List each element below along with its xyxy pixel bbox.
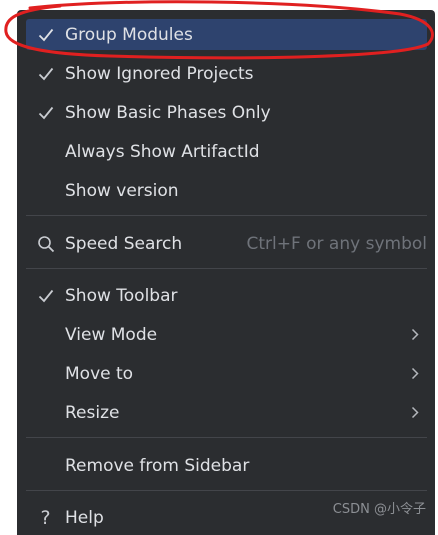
shortcut-hint: Ctrl+F or any symbol [246, 233, 427, 254]
menu-item-label: Remove from Sidebar [65, 455, 250, 476]
menu-item-speed-search[interactable]: Speed Search Ctrl+F or any symbol [26, 228, 427, 259]
menu-item-label: Move to [65, 363, 134, 384]
checkmark-icon [26, 289, 65, 303]
menu-item-label: Show Ignored Projects [65, 63, 254, 84]
menu-item-label: Show Basic Phases Only [65, 102, 271, 123]
menu-item-show-version[interactable]: Show version [26, 175, 427, 206]
menu-separator [26, 268, 427, 269]
chevron-right-icon [405, 406, 425, 419]
checkmark-icon [26, 67, 65, 81]
menu-item-remove-from-sidebar[interactable]: Remove from Sidebar [26, 450, 427, 481]
menu-item-show-toolbar[interactable]: Show Toolbar [26, 280, 427, 311]
menu-item-label: Group Modules [65, 24, 193, 45]
menu-item-label: Show version [65, 180, 179, 201]
menu-item-always-show-artifactid[interactable]: Always Show ArtifactId [26, 136, 427, 167]
watermark: CSDN @小令子 [332, 502, 426, 517]
menu-separator [26, 215, 427, 216]
menu-item-show-ignored-projects[interactable]: Show Ignored Projects [26, 58, 427, 89]
menu-item-label: Resize [65, 402, 120, 423]
menu-separator [26, 437, 427, 438]
menu-item-show-basic-phases-only[interactable]: Show Basic Phases Only [26, 97, 427, 128]
menu-item-resize[interactable]: Resize [26, 397, 427, 428]
chevron-right-icon [405, 367, 425, 380]
menu-item-label: Speed Search [65, 233, 183, 254]
checkmark-icon [26, 28, 65, 42]
question-mark-icon: ? [40, 506, 51, 529]
menu-item-label: Always Show ArtifactId [65, 141, 260, 162]
checkmark-icon [26, 106, 65, 120]
menu-item-move-to[interactable]: Move to [26, 358, 427, 389]
menu-item-label: Show Toolbar [65, 285, 178, 306]
menu-separator [26, 490, 427, 491]
menu-item-view-mode[interactable]: View Mode [26, 319, 427, 350]
menu-item-label: View Mode [65, 324, 158, 345]
search-icon [26, 235, 65, 253]
chevron-right-icon [405, 328, 425, 341]
menu-item-group-modules[interactable]: Group Modules [26, 19, 427, 50]
context-menu: Group Modules Show Ignored Projects Show… [17, 10, 435, 535]
